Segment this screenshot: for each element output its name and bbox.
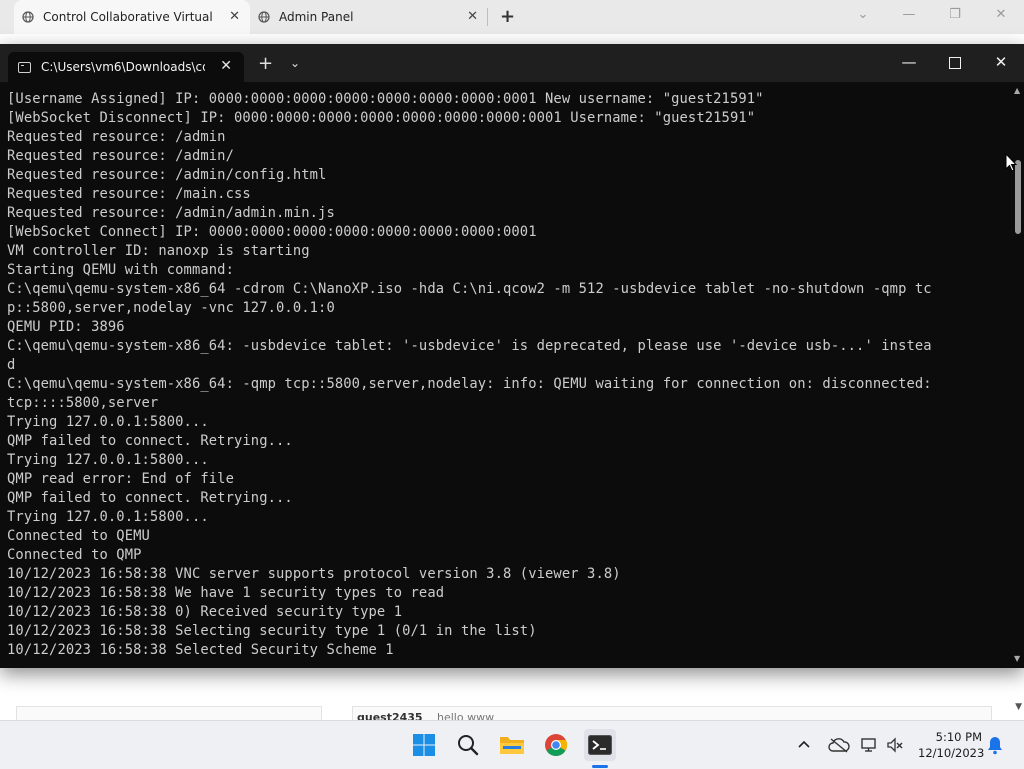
close-tab-icon[interactable]: ✕	[229, 9, 240, 24]
terminal-titlebar: C:\Users\vm6\Downloads\cor ✕ + ⌄ — ✕	[0, 44, 1024, 82]
terminal-line: QMP failed to connect. Retrying...	[7, 490, 293, 506]
close-tab-icon[interactable]: ✕	[467, 9, 478, 24]
terminal-tab-title: C:\Users\vm6\Downloads\cor	[41, 60, 205, 74]
terminal-line: Requested resource: /admin/admin.min.js	[7, 205, 335, 221]
terminal-line: C:\qemu\qemu-system-x86_64: -qmp tcp::58…	[7, 376, 932, 392]
globe-icon	[258, 11, 270, 23]
mouse-cursor-icon	[1005, 153, 1017, 172]
minimize-button[interactable]: —	[886, 0, 932, 34]
terminal-line: C:\qemu\qemu-system-x86_64: -usbdevice t…	[7, 338, 932, 354]
taskbar-clock[interactable]: 5:10 PM 12/10/2023	[918, 729, 985, 761]
browser-window-controls: ⌄ — ❐ ✕	[840, 0, 1024, 34]
terminal-line: 10/12/2023 16:58:38 VNC server supports …	[7, 566, 621, 582]
terminal-window: C:\Users\vm6\Downloads\cor ✕ + ⌄ — ✕ [Us…	[0, 44, 1024, 668]
terminal-line: d	[7, 357, 16, 373]
windows-start-icon[interactable]	[408, 729, 440, 761]
tab-search-chevron-icon[interactable]: ⌄	[840, 0, 886, 34]
tab-divider	[487, 8, 488, 26]
network-icon[interactable]	[860, 721, 880, 769]
terminal-line: Connected to QMP	[7, 547, 142, 563]
chevron-up-icon	[798, 740, 810, 748]
terminal-line: 10/12/2023 16:58:38 Selecting security t…	[7, 623, 537, 639]
terminal-line: [WebSocket Connect] IP: 0000:0000:0000:0…	[7, 224, 537, 240]
taskbar: 5:10 PM 12/10/2023	[0, 720, 1024, 769]
terminal-line: VM controller ID: nanoxp is starting	[7, 243, 310, 259]
notification-bell-icon[interactable]	[986, 721, 1004, 769]
volume-muted-icon[interactable]	[886, 721, 904, 769]
close-window-button[interactable]: ✕	[978, 0, 1024, 34]
globe-icon	[22, 11, 34, 23]
close-tab-icon[interactable]: ✕	[220, 58, 232, 74]
browser-tab-label: Admin Panel	[279, 10, 354, 24]
terminal-line: [Username Assigned] IP: 0000:0000:0000:0…	[7, 91, 764, 107]
terminal-line: Requested resource: /admin	[7, 129, 226, 145]
terminal-line: 10/12/2023 16:58:38 0) Received security…	[7, 604, 403, 620]
terminal-line: Trying 127.0.0.1:5800...	[7, 414, 209, 430]
terminal-line: tcp::::5800,server	[7, 395, 159, 411]
show-hidden-icons-button[interactable]	[796, 721, 812, 769]
restore-button[interactable]: ❐	[932, 0, 978, 34]
clock-date: 12/10/2023	[918, 746, 985, 760]
scroll-up-arrow-icon[interactable]: ▲	[1014, 86, 1020, 95]
terminal-line: p::5800,server,nodelay -vnc 127.0.0.1:0	[7, 300, 335, 316]
terminal-line: Starting QEMU with command:	[7, 262, 234, 278]
scroll-down-arrow-icon[interactable]: ▼	[1014, 654, 1020, 663]
terminal-output[interactable]: [Username Assigned] IP: 0000:0000:0000:0…	[7, 90, 1007, 664]
terminal-tab[interactable]: C:\Users\vm6\Downloads\cor ✕	[8, 52, 244, 82]
terminal-line: 10/12/2023 16:58:38 Selected Security Sc…	[7, 642, 394, 658]
terminal-line: Trying 127.0.0.1:5800...	[7, 509, 209, 525]
scroll-down-arrow-icon[interactable]: ▼	[1015, 702, 1022, 712]
browser-tab-control-collaborative[interactable]: Control Collaborative Virtual Ma ✕	[14, 0, 250, 34]
terminal-line: Requested resource: /admin/	[7, 148, 234, 164]
terminal-line: C:\qemu\qemu-system-x86_64 -cdrom C:\Nan…	[7, 281, 932, 297]
maximize-button[interactable]	[932, 44, 978, 82]
browser-tab-label: Control Collaborative Virtual Ma	[43, 10, 213, 24]
terminal-icon	[18, 61, 31, 73]
terminal-line: Trying 127.0.0.1:5800...	[7, 452, 209, 468]
chrome-icon[interactable]	[540, 729, 572, 761]
browser-tab-admin-panel[interactable]: Admin Panel ✕	[250, 0, 488, 34]
terminal-line: QMP failed to connect. Retrying...	[7, 433, 293, 449]
terminal-line: QMP read error: End of file	[7, 471, 234, 487]
chevron-down-icon[interactable]: ⌄	[290, 56, 300, 70]
terminal-line: Requested resource: /main.css	[7, 186, 251, 202]
admin-panel-page: guest2435 hello www ▼	[0, 668, 1024, 727]
terminal-line: Connected to QEMU	[7, 528, 150, 544]
close-window-button[interactable]: ✕	[978, 44, 1024, 82]
search-icon[interactable]	[452, 729, 484, 761]
terminal-line: 10/12/2023 16:58:38 We have 1 security t…	[7, 585, 445, 601]
terminal-window-controls: — ✕	[886, 44, 1024, 82]
onedrive-icon[interactable]	[828, 721, 850, 769]
new-tab-button[interactable]: +	[258, 53, 273, 74]
new-tab-button[interactable]: +	[500, 6, 515, 27]
clock-time: 5:10 PM	[935, 730, 982, 744]
terminal-line: QEMU PID: 3896	[7, 319, 125, 335]
minimize-button[interactable]: —	[886, 44, 932, 82]
file-explorer-icon[interactable]	[496, 729, 528, 761]
terminal-line: Requested resource: /admin/config.html	[7, 167, 327, 183]
terminal-icon[interactable]	[584, 729, 616, 761]
browser-tab-bar: Control Collaborative Virtual Ma ✕ Admin…	[0, 0, 1024, 35]
terminal-line: [WebSocket Disconnect] IP: 0000:0000:000…	[7, 110, 756, 126]
